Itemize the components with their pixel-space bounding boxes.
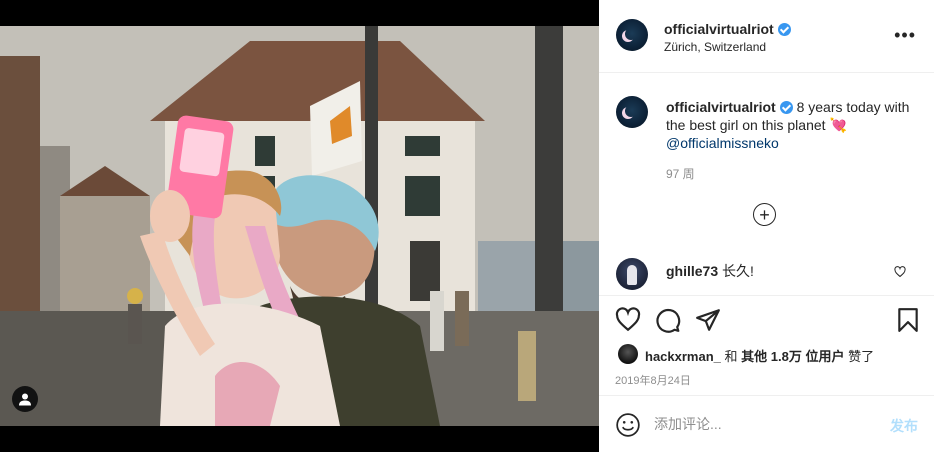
comment-text-row: ghille73 长久! xyxy=(666,261,754,281)
person-icon xyxy=(19,393,31,406)
caption-verified-badge-icon xyxy=(779,101,793,114)
caption-time-ago: 97 周 xyxy=(666,167,695,181)
post-comment-button[interactable]: 发布 xyxy=(890,416,918,436)
comment-icon[interactable] xyxy=(655,307,681,333)
post-side-panel: officialvirtualriot Zürich, Switzerland … xyxy=(599,0,934,452)
heart-outline-icon[interactable] xyxy=(615,307,641,333)
photo-scene xyxy=(0,26,599,426)
verified-badge-icon xyxy=(777,23,791,36)
likes-conjunction: 和 xyxy=(724,349,738,364)
likes-summary: hackxrman_ 和 其他 1.8万 位用户 赞了 xyxy=(599,342,934,366)
likes-text: hackxrman_ 和 其他 1.8万 位用户 赞了 xyxy=(645,346,874,365)
author-username[interactable]: officialvirtualriot xyxy=(664,21,774,37)
more-options-icon[interactable]: ••• xyxy=(894,26,916,44)
comment-body: 长久! xyxy=(722,263,754,279)
post-location[interactable]: Zürich, Switzerland xyxy=(664,40,766,54)
caption-text: officialvirtualriot 8 years today with t… xyxy=(666,98,916,152)
likes-others-link[interactable]: 其他 1.8万 位用户 xyxy=(741,349,844,364)
liker-username[interactable]: hackxrman_ xyxy=(645,349,721,364)
liker-avatar[interactable] xyxy=(618,344,638,364)
comment-item: ghille73 长久! xyxy=(599,256,934,296)
heart-emoji-icon: 💘 xyxy=(829,117,847,133)
comment-like-heart-icon[interactable] xyxy=(894,266,906,281)
bookmark-icon[interactable] xyxy=(895,307,921,333)
emoji-smiley-icon[interactable] xyxy=(615,412,641,438)
caption-mention-link[interactable]: @officialmissneko xyxy=(666,135,779,151)
commenter-username[interactable]: ghille73 xyxy=(666,263,718,279)
plus-circle-icon[interactable]: + xyxy=(753,203,776,226)
comment-input[interactable] xyxy=(654,410,874,438)
post-actions-bar xyxy=(599,297,934,341)
comments-section: officialvirtualriot 8 years today with t… xyxy=(599,74,934,296)
send-icon[interactable] xyxy=(695,307,721,333)
post-photo[interactable] xyxy=(0,26,599,426)
post-date[interactable]: 2019年8月24日 xyxy=(615,372,691,388)
caption-author-avatar[interactable] xyxy=(616,96,648,128)
post-media-area xyxy=(0,0,599,452)
author-username-row: officialvirtualriot xyxy=(664,21,791,37)
add-comment-bar: 发布 xyxy=(599,395,934,452)
tagged-users-button[interactable] xyxy=(12,386,38,412)
commenter-avatar[interactable] xyxy=(616,258,648,290)
author-avatar[interactable] xyxy=(616,19,648,51)
likes-suffix: 赞了 xyxy=(848,349,875,364)
post-header: officialvirtualriot Zürich, Switzerland … xyxy=(599,0,934,73)
caption-username[interactable]: officialvirtualriot xyxy=(666,99,776,115)
